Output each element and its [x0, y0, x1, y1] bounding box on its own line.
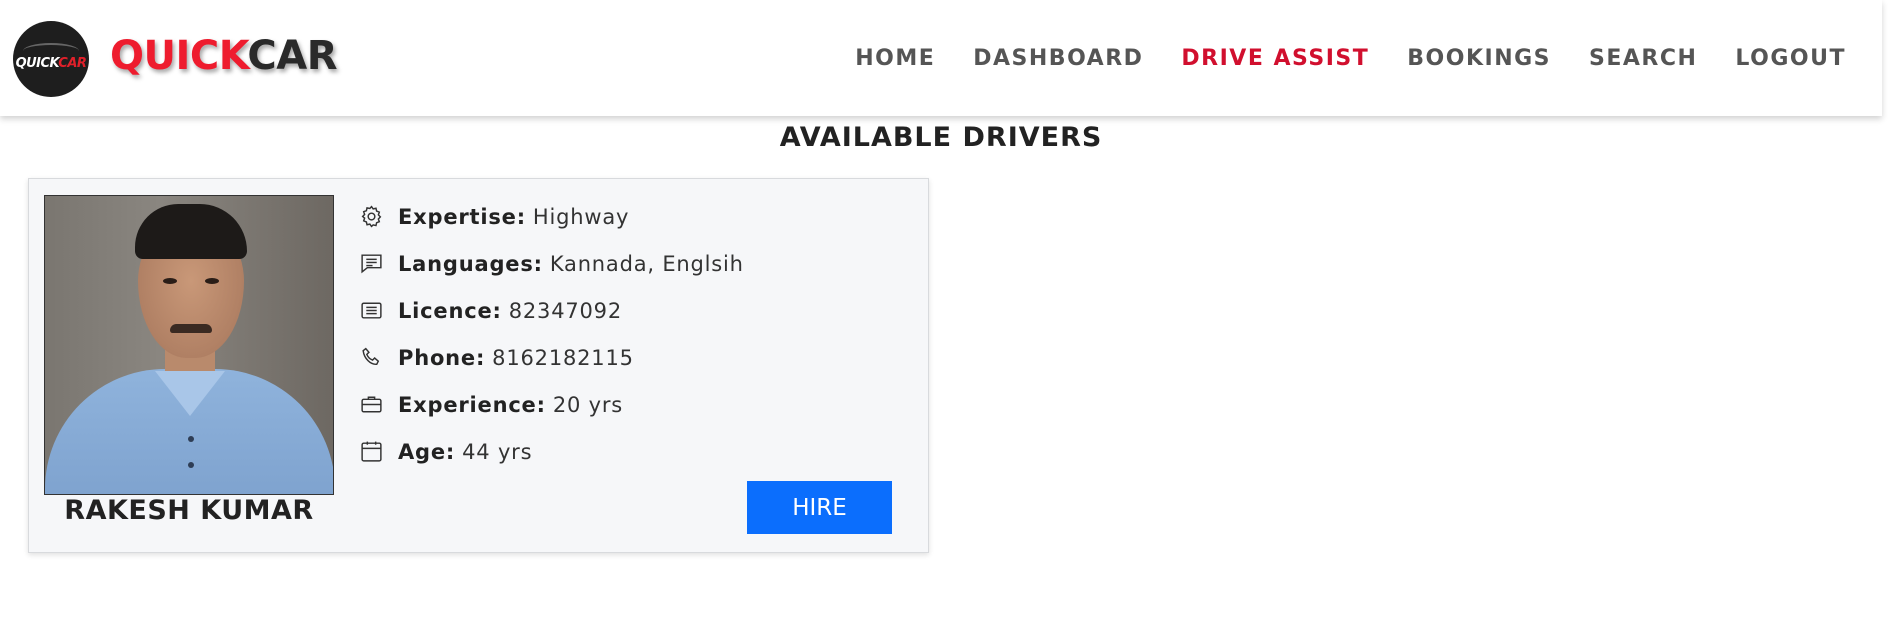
detail-label: Experience:: [398, 392, 546, 417]
driver-details: Expertise: Highway Languages: Kannada, E…: [356, 193, 744, 475]
nav-search[interactable]: SEARCH: [1589, 46, 1697, 71]
detail-experience: Experience: 20 yrs: [356, 381, 744, 428]
detail-label: Phone:: [398, 345, 486, 370]
detail-value: 20 yrs: [552, 392, 624, 417]
driver-name: RAKESH KUMAR: [64, 495, 314, 526]
phone-icon: [356, 343, 386, 373]
brand-name-quick: QUICK: [110, 33, 248, 79]
detail-licence: Licence: 82347092: [356, 287, 744, 334]
nav-drive-assist[interactable]: DRIVE ASSIST: [1181, 46, 1369, 71]
detail-expertise: Expertise: Highway: [356, 193, 744, 240]
detail-label: Age:: [398, 439, 456, 464]
driver-photo: [44, 195, 334, 495]
nav-home[interactable]: HOME: [855, 46, 935, 71]
detail-age: Age: 44 yrs: [356, 428, 744, 475]
detail-languages: Languages: Kannada, Englsih: [356, 240, 744, 287]
logo-text-quick: QUICK: [15, 55, 59, 71]
detail-label: Languages:: [398, 251, 543, 276]
detail-value: 82347092: [508, 298, 623, 323]
navbar: QUICKCAR QUICKCAR HOME DASHBOARD DRIVE A…: [0, 0, 1882, 116]
chat-icon: [356, 249, 386, 279]
detail-value: 44 yrs: [462, 439, 533, 464]
brand-name-car: CAR: [247, 33, 338, 79]
detail-label: Licence:: [398, 298, 502, 323]
nav-logout[interactable]: LOGOUT: [1735, 46, 1846, 71]
gear-icon: [356, 202, 386, 232]
briefcase-icon: [356, 390, 386, 420]
logo-text: QUICKCAR: [16, 56, 87, 71]
detail-value: Highway: [532, 204, 630, 229]
detail-value: 8162182115: [492, 345, 634, 370]
calendar-icon: [356, 437, 386, 467]
hire-button[interactable]: HIRE: [747, 481, 892, 534]
detail-label: Expertise:: [398, 204, 526, 229]
detail-phone: Phone: 8162182115: [356, 334, 744, 381]
driver-card: RAKESH KUMAR Expertise: Highway Language…: [28, 178, 929, 553]
brand-name[interactable]: QUICKCAR: [110, 33, 338, 79]
logo[interactable]: QUICKCAR: [13, 21, 89, 97]
detail-value: Kannada, Englsih: [549, 251, 744, 276]
nav-links: HOME DASHBOARD DRIVE ASSIST BOOKINGS SEA…: [855, 46, 1846, 71]
card-icon: [356, 296, 386, 326]
page-title: AVAILABLE DRIVERS: [779, 122, 1103, 153]
nav-bookings[interactable]: BOOKINGS: [1407, 46, 1551, 71]
nav-dashboard[interactable]: DASHBOARD: [973, 46, 1143, 71]
logo-text-car: CAR: [58, 55, 87, 71]
